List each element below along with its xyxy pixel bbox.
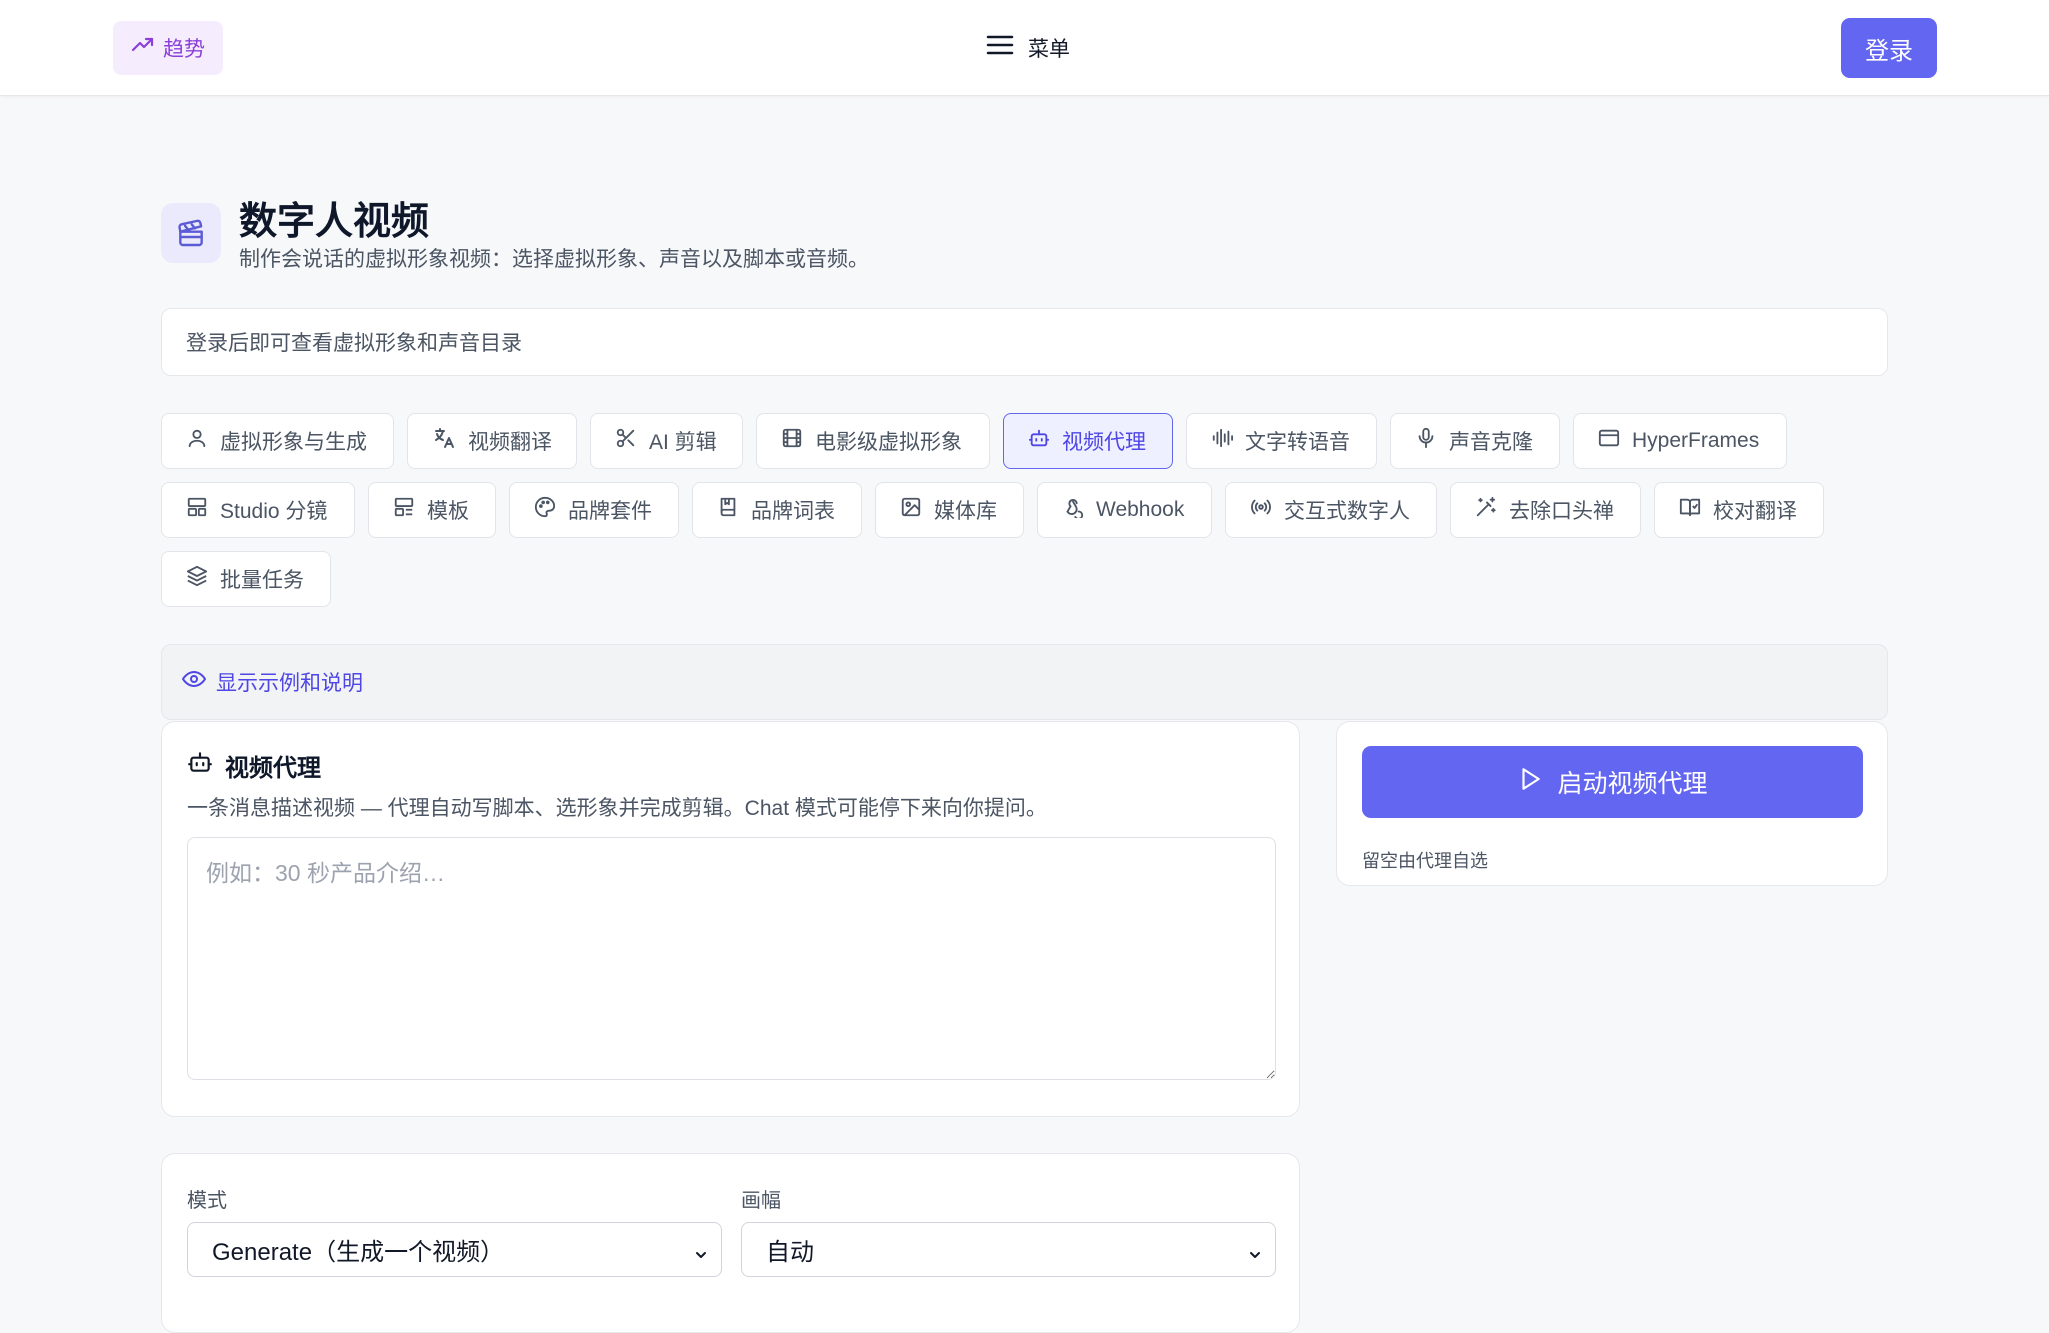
tab-label: 模板 xyxy=(427,500,469,523)
tab-brand-kit[interactable]: 品牌套件 xyxy=(509,482,679,538)
tab-label: 品牌词表 xyxy=(751,500,835,523)
top-bar: 趋势 菜单 登录 xyxy=(0,0,2049,96)
page-subtitle: 制作会说话的虚拟形象视频：选择虚拟形象、声音以及脚本或音频。 xyxy=(239,248,869,271)
tab-studio-storyboard[interactable]: Studio 分镜 xyxy=(161,482,355,538)
tab-label: 文字转语音 xyxy=(1245,431,1350,454)
tab-video-translate[interactable]: 视频翻译 xyxy=(407,413,577,469)
mic-icon xyxy=(1415,427,1437,455)
tab-label: 媒体库 xyxy=(934,500,997,523)
image-icon xyxy=(900,496,922,524)
chevron-down-icon xyxy=(1247,1242,1263,1270)
tab-hyperframes[interactable]: HyperFrames xyxy=(1573,413,1787,469)
tab-label: AI 剪辑 xyxy=(649,431,717,454)
tab-media-library[interactable]: 媒体库 xyxy=(875,482,1024,538)
tab-label: Webhook xyxy=(1096,498,1185,521)
waveform-icon xyxy=(1211,427,1233,455)
aspect-select-value: 自动 xyxy=(766,1239,814,1266)
agent-card-title: 视频代理 xyxy=(187,748,321,783)
user-icon xyxy=(186,427,208,455)
mode-select[interactable]: Generate（生成一个视频） xyxy=(187,1222,722,1277)
translate-icon xyxy=(432,426,456,456)
bot-icon xyxy=(187,749,213,782)
eye-icon xyxy=(181,667,207,697)
clapperboard-icon xyxy=(161,203,221,263)
tab-cinematic-avatar[interactable]: 电影级虚拟形象 xyxy=(756,413,990,469)
prompt-textarea[interactable] xyxy=(187,837,1276,1080)
film-icon xyxy=(781,427,803,455)
aspect-label: 画幅 xyxy=(741,1190,781,1212)
magic-wand-icon xyxy=(1475,496,1497,524)
settings-card: 模式 Generate（生成一个视频） 画幅 自动 xyxy=(161,1153,1300,1333)
tab-label: 声音克隆 xyxy=(1449,431,1533,454)
tab-remove-fillers[interactable]: 去除口头禅 xyxy=(1450,482,1641,538)
agent-card-title-text: 视频代理 xyxy=(225,755,321,782)
hamburger-icon xyxy=(986,33,1014,63)
bot-icon xyxy=(1028,427,1050,455)
book-icon xyxy=(717,496,739,524)
show-examples-toggle[interactable]: 显示示例和说明 xyxy=(161,644,1888,720)
start-button-label: 启动视频代理 xyxy=(1557,770,1708,798)
tab-label: 批量任务 xyxy=(220,569,304,592)
video-agent-card: 视频代理 一条消息描述视频 — 代理自动写脚本、选形象并完成剪辑。Chat 模式… xyxy=(161,721,1300,1117)
tab-webhook[interactable]: Webhook xyxy=(1037,482,1212,538)
trend-label: 趋势 xyxy=(163,38,205,61)
menu-label: 菜单 xyxy=(1028,38,1070,61)
start-agent-card: 启动视频代理 留空由代理自选 xyxy=(1336,721,1888,886)
tab-label: 视频翻译 xyxy=(468,431,552,454)
trending-up-icon xyxy=(131,33,155,63)
trend-button[interactable]: 趋势 xyxy=(113,21,223,75)
palette-icon xyxy=(534,496,556,524)
play-icon xyxy=(1517,766,1543,799)
layout-icon xyxy=(186,496,208,524)
menu-button[interactable]: 菜单 xyxy=(986,30,1070,66)
mode-select-value: Generate（生成一个视频） xyxy=(212,1239,505,1266)
tab-label: 交互式数字人 xyxy=(1284,500,1410,523)
page-title: 数字人视频 xyxy=(239,201,430,243)
tab-brand-glossary[interactable]: 品牌词表 xyxy=(692,482,862,538)
book-check-icon xyxy=(1679,496,1701,524)
aspect-select[interactable]: 自动 xyxy=(741,1222,1276,1277)
start-video-agent-button[interactable]: 启动视频代理 xyxy=(1362,746,1863,818)
tab-label: 品牌套件 xyxy=(568,500,652,523)
tab-label: Studio 分镜 xyxy=(220,500,328,523)
tab-label: 校对翻译 xyxy=(1713,500,1797,523)
chevron-down-icon xyxy=(693,1242,709,1270)
tab-label: 虚拟形象与生成 xyxy=(220,431,367,454)
scissors-icon xyxy=(615,427,637,455)
radio-signal-icon xyxy=(1250,496,1272,524)
tab-label: HyperFrames xyxy=(1632,429,1760,452)
template-icon xyxy=(393,496,415,524)
tab-voice-clone[interactable]: 声音克隆 xyxy=(1390,413,1560,469)
browser-window-icon xyxy=(1598,427,1620,455)
tab-avatar-generate[interactable]: 虚拟形象与生成 xyxy=(161,413,394,469)
auto-select-hint: 留空由代理自选 xyxy=(1362,851,1488,871)
tab-ai-edit[interactable]: AI 剪辑 xyxy=(590,413,743,469)
show-examples-label: 显示示例和说明 xyxy=(216,672,363,695)
tab-templates[interactable]: 模板 xyxy=(368,482,496,538)
tab-batch-jobs[interactable]: 批量任务 xyxy=(161,551,331,607)
tab-label: 去除口头禅 xyxy=(1509,500,1614,523)
tab-proofread-translation[interactable]: 校对翻译 xyxy=(1654,482,1824,538)
login-button[interactable]: 登录 xyxy=(1841,18,1937,78)
tab-text-to-speech[interactable]: 文字转语音 xyxy=(1186,413,1377,469)
agent-card-description: 一条消息描述视频 — 代理自动写脚本、选形象并完成剪辑。Chat 模式可能停下来… xyxy=(187,797,1047,820)
mode-label: 模式 xyxy=(187,1190,227,1212)
webhook-icon xyxy=(1062,496,1084,524)
tab-interactive-avatar[interactable]: 交互式数字人 xyxy=(1225,482,1437,538)
layers-icon xyxy=(186,565,208,593)
tab-label: 电影级虚拟形象 xyxy=(815,431,962,454)
login-notice: 登录后即可查看虚拟形象和声音目录 xyxy=(161,308,1888,376)
tab-label: 视频代理 xyxy=(1062,431,1146,454)
tab-video-agent[interactable]: 视频代理 xyxy=(1003,413,1173,469)
